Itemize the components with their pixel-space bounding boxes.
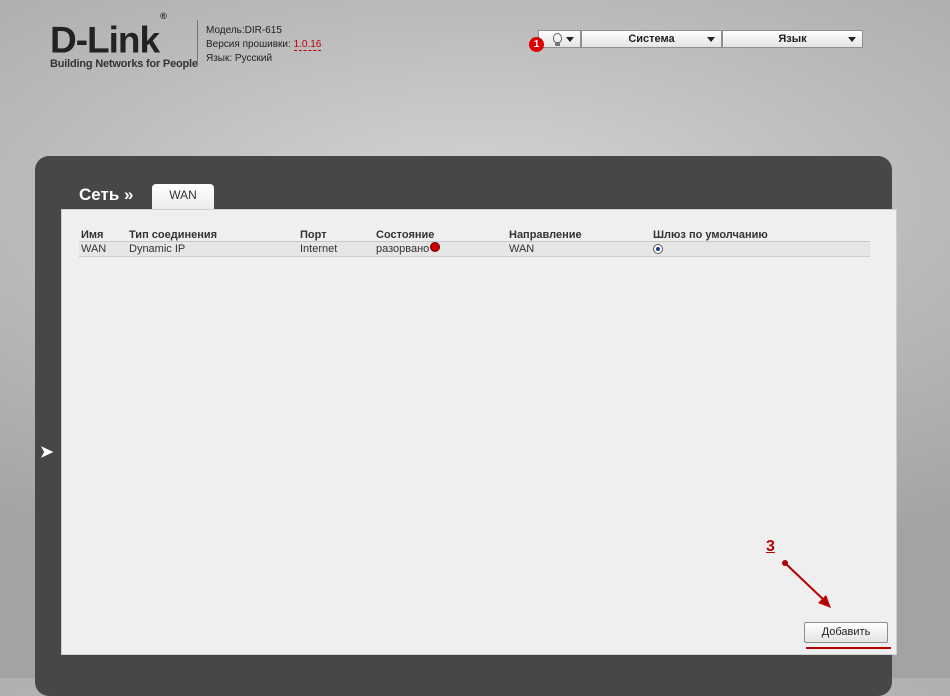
cell-type: Dynamic IP: [127, 241, 298, 257]
logo-tagline: Building Networks for People: [50, 58, 198, 71]
logo-text: D-Link: [50, 19, 160, 61]
language-info: Язык: Русский: [206, 53, 273, 64]
header-divider: [197, 20, 198, 66]
chevron-down-icon: [707, 37, 715, 42]
cell-name: WAN: [79, 241, 127, 257]
breadcrumb[interactable]: Сеть »: [79, 185, 133, 205]
chevron-down-icon: [566, 37, 574, 42]
lightbulb-icon: [553, 33, 562, 46]
firmware-version-link[interactable]: 1.0.16: [293, 39, 322, 51]
dlink-logo: D-Link® Building Networks for People: [50, 11, 198, 71]
system-menu-button[interactable]: Система: [581, 30, 722, 48]
cell-gateway: [651, 241, 870, 257]
disconnected-status-icon: [430, 242, 441, 252]
table-header-row: Имя Тип соединения Порт Состояние Направ…: [79, 228, 870, 242]
default-gateway-radio[interactable]: [653, 243, 663, 254]
tab-wan[interactable]: WAN: [152, 184, 214, 209]
language-menu-button[interactable]: Язык: [722, 30, 863, 48]
system-menu-label: Система: [628, 33, 675, 45]
add-button[interactable]: Добавить: [804, 622, 888, 643]
device-info: Модель:DIR-615 Версия прошивки: 1.0.16 Я…: [206, 24, 322, 66]
annotation-underline: [806, 647, 891, 649]
column-header-port: Порт: [298, 228, 374, 242]
cell-port: Internet: [298, 241, 374, 257]
cell-direction: WAN: [507, 241, 651, 257]
top-menu-bar: Система Язык: [538, 30, 863, 48]
column-header-direction: Направление: [507, 228, 651, 242]
annotation-arrow-icon: [782, 560, 831, 608]
column-header-type: Тип соединения: [127, 228, 298, 242]
model-label: Модель:DIR-615: [206, 25, 282, 36]
notifications-button[interactable]: [538, 30, 581, 48]
notification-badge[interactable]: 1: [529, 37, 544, 52]
chevron-down-icon: [848, 37, 856, 42]
wan-connections-table: Имя Тип соединения Порт Состояние Направ…: [79, 228, 870, 257]
cell-state: разорвано: [374, 241, 507, 257]
column-header-name: Имя: [79, 228, 127, 242]
firmware-info: Версия прошивки: 1.0.16: [206, 38, 322, 52]
annotation-step-number: 3: [766, 538, 775, 555]
column-header-state: Состояние: [374, 228, 507, 242]
back-arrow-icon[interactable]: ➤: [40, 442, 56, 461]
firmware-label: Версия прошивки:: [206, 39, 291, 50]
state-text: разорвано: [376, 243, 430, 255]
table-row[interactable]: WAN Dynamic IP Internet разорвано WAN: [79, 241, 870, 257]
logo-registered-mark: ®: [160, 11, 167, 21]
content-area: Имя Тип соединения Порт Состояние Направ…: [61, 209, 897, 655]
language-menu-label: Язык: [778, 33, 807, 45]
column-header-gateway: Шлюз по умолчанию: [651, 228, 870, 242]
